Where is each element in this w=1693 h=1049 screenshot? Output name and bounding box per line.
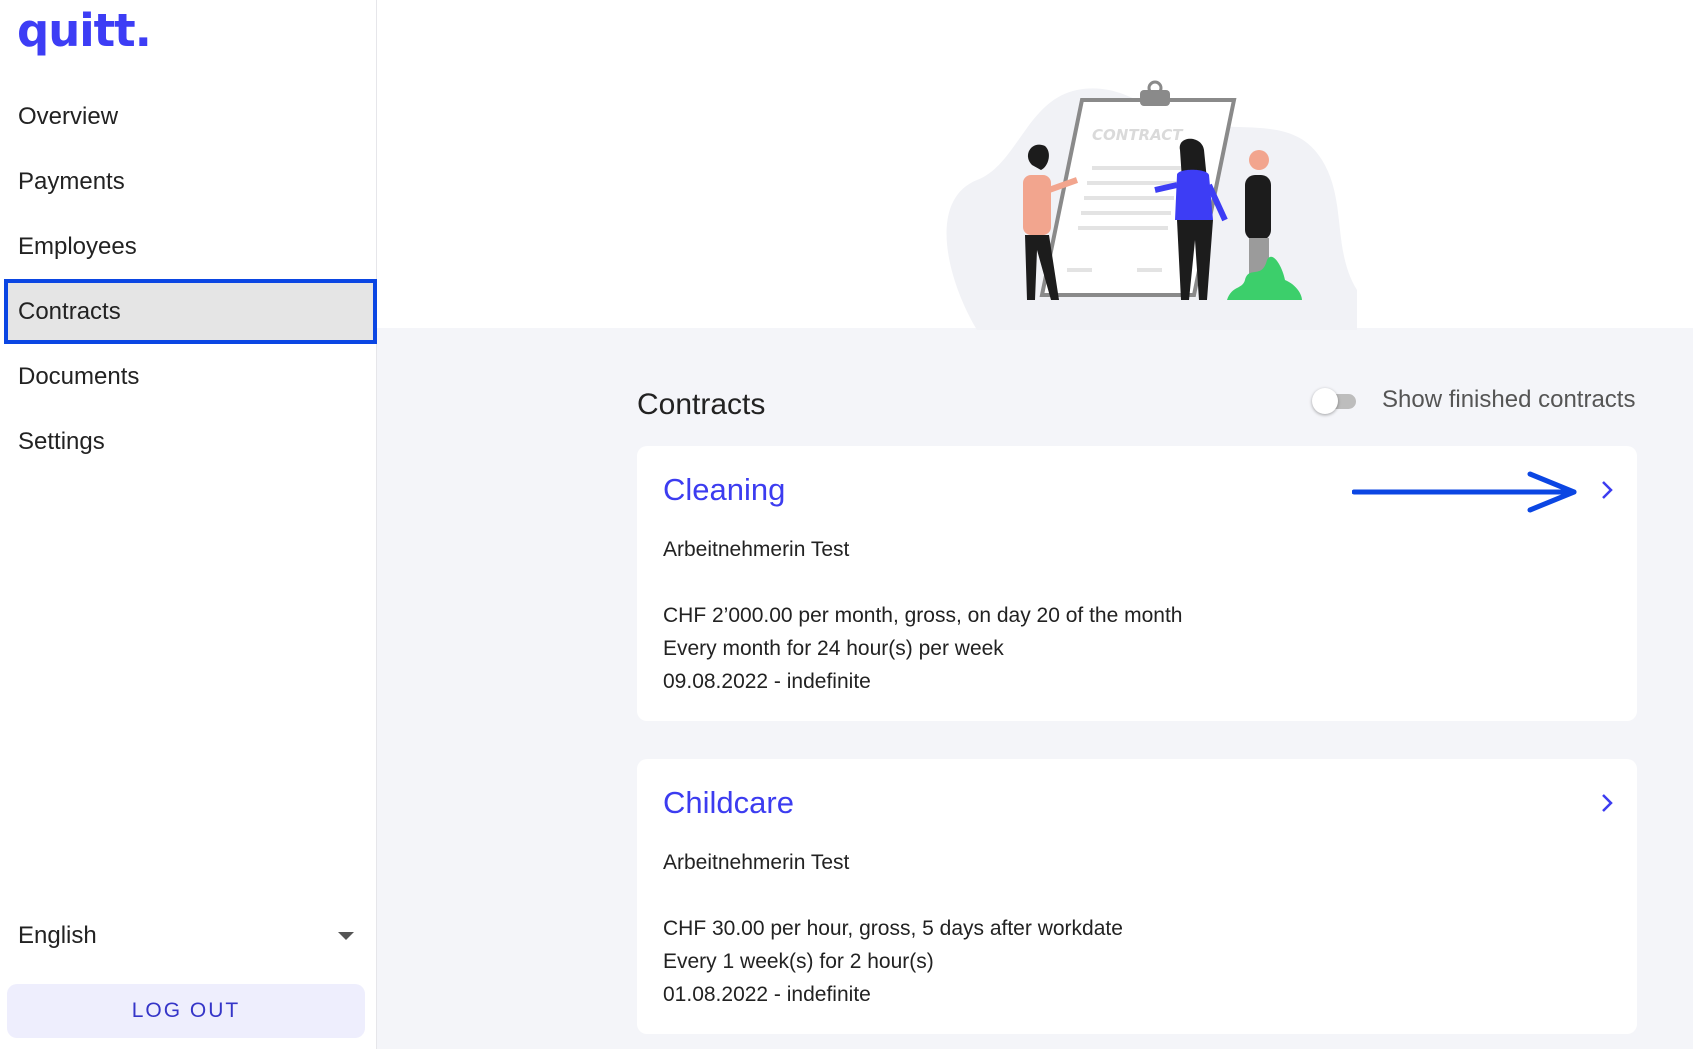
page-title: Contracts — [637, 388, 766, 421]
show-finished-label[interactable]: Show finished contracts — [1382, 386, 1635, 414]
sidebar-item-documents[interactable]: Documents — [0, 344, 377, 409]
sidebar-item-payments[interactable]: Payments — [0, 149, 377, 214]
contract-period: 01.08.2022 - indefinite — [663, 983, 871, 1006]
contract-illustration: CONTRACT — [946, 80, 1357, 330]
hero-banner: CONTRACT — [377, 0, 1693, 330]
quitt-logo[interactable]: quitt. — [17, 4, 152, 57]
language-select[interactable]: English — [18, 914, 358, 958]
clipboard-label: CONTRACT — [1092, 126, 1184, 144]
contract-schedule: Every month for 24 hour(s) per week — [663, 637, 1004, 660]
sidebar-item-settings[interactable]: Settings — [0, 409, 377, 474]
toggle-knob — [1312, 388, 1338, 414]
logout-button[interactable]: LOG OUT — [7, 984, 365, 1038]
contract-salary: CHF 2’000.00 per month, gross, on day 20… — [663, 604, 1183, 627]
contract-salary: CHF 30.00 per hour, gross, 5 days after … — [663, 917, 1123, 940]
contract-title[interactable]: Cleaning — [663, 472, 785, 508]
language-value: English — [18, 922, 97, 949]
chevron-right-icon[interactable] — [1595, 791, 1619, 815]
show-finished-toggle[interactable] — [1312, 388, 1358, 414]
sidebar-item-overview[interactable]: Overview — [0, 84, 377, 149]
contract-employee: Arbeitnehmerin Test — [663, 851, 850, 874]
contract-card-childcare[interactable]: Childcare Arbeitnehmerin Test CHF 30.00 … — [637, 759, 1637, 1034]
sidebar-nav: Overview Payments Employees Contracts Do… — [0, 84, 377, 474]
annotation-arrow-icon — [1352, 471, 1577, 513]
contract-employee: Arbeitnehmerin Test — [663, 538, 850, 561]
contract-schedule: Every 1 week(s) for 2 hour(s) — [663, 950, 934, 973]
sidebar: quitt. Overview Payments Employees Contr… — [0, 0, 377, 1049]
chevron-right-icon[interactable] — [1595, 478, 1619, 502]
sidebar-item-employees[interactable]: Employees — [0, 214, 377, 279]
contract-period: 09.08.2022 - indefinite — [663, 670, 871, 693]
contract-title[interactable]: Childcare — [663, 785, 794, 821]
main-content: CONTRACT Contracts Show finished contrac… — [377, 0, 1693, 1049]
caret-down-icon — [338, 932, 354, 940]
sidebar-item-contracts[interactable]: Contracts — [4, 279, 377, 344]
